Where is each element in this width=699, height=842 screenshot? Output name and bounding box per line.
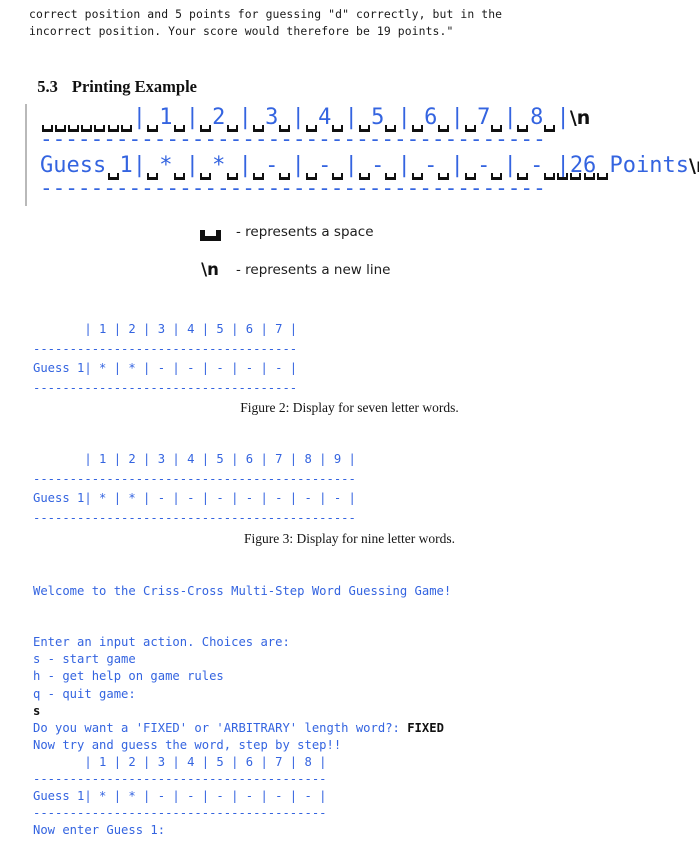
terminal-welcome-line: Welcome to the Criss-Cross Multi-Step Wo…	[33, 584, 452, 598]
space-marker	[490, 173, 502, 180]
figure-line: ----------------------------------------…	[33, 471, 356, 486]
space-marker	[517, 125, 529, 132]
space-marker	[583, 173, 595, 180]
section-heading: 5.3 Printing Example	[29, 57, 197, 97]
space-marker	[464, 173, 476, 180]
space-marker	[279, 125, 291, 132]
space-marker	[358, 125, 370, 132]
space-marker	[305, 125, 317, 132]
legend-newline-text: - represents a new line	[236, 262, 391, 278]
terminal-user-action-input[interactable]: s	[33, 704, 40, 718]
legend-space-entry: - represents a space	[193, 223, 374, 241]
space-marker	[253, 125, 265, 132]
space-marker	[253, 173, 265, 180]
space-marker	[305, 173, 317, 180]
space-marker	[411, 173, 423, 180]
space-marker	[596, 173, 608, 180]
terminal-choice-quit: q - quit game:	[33, 686, 136, 701]
space-marker	[464, 125, 476, 132]
space-marker	[411, 125, 423, 132]
space-marker	[173, 173, 185, 180]
space-marker	[107, 125, 119, 132]
terminal-board-rule-bottom: ----------------------------------------	[33, 806, 327, 821]
figure-line: ------------------------------------	[33, 380, 298, 395]
big-printing-example-figure: | 1 | 2 | 3 | 4 | 5 | 6 | 7 | 8 |\n ----…	[18, 104, 699, 206]
newline-marker-icon: \n	[689, 155, 699, 177]
space-marker	[543, 173, 555, 180]
space-marker	[173, 125, 185, 132]
legend-space-text: - represents a space	[236, 224, 374, 240]
section-number: 5.3	[37, 77, 58, 96]
space-marker	[332, 125, 344, 132]
space-marker	[332, 173, 344, 180]
legend-newline-entry: \n - represents a new line	[193, 260, 391, 279]
newline-marker-icon: \n	[569, 107, 591, 129]
space-glyph-icon	[193, 223, 227, 241]
space-marker	[517, 173, 529, 180]
section-title: Printing Example	[71, 77, 198, 96]
terminal-choice-start: s - start game	[33, 652, 136, 667]
space-marker	[200, 125, 212, 132]
space-marker	[490, 125, 502, 132]
figure-line: ------------------------------------	[33, 341, 298, 356]
terminal-board-rule-top: ----------------------------------------	[33, 772, 327, 787]
terminal-board-guess: Guess 1| * | * | - | - | - | - | - | - |	[33, 789, 327, 804]
figure3-display: | 1 | 2 | 3 | 4 | 5 | 6 | 7 | 8 | 9 | ---…	[33, 450, 356, 528]
space-marker	[147, 173, 159, 180]
space-marker	[543, 125, 555, 132]
terminal-choice-help: h - get help on game rules	[33, 669, 224, 684]
terminal-prompt-length: Do you want a 'FIXED' or 'ARBITRARY' len…	[33, 720, 408, 735]
space-marker	[67, 125, 79, 132]
figure-line: ----------------------------------------…	[33, 510, 356, 525]
space-marker	[226, 125, 238, 132]
terminal-transcript: Welcome to the Criss-Cross Multi-Step Wo…	[33, 583, 451, 839]
terminal-user-length-input[interactable]: FIXED	[407, 721, 444, 735]
space-marker	[385, 125, 397, 132]
space-marker	[279, 173, 291, 180]
terminal-board-header: | 1 | 2 | 3 | 4 | 5 | 6 | 7 | 8 |	[33, 754, 327, 769]
space-marker	[120, 125, 132, 132]
space-marker	[54, 125, 66, 132]
terminal-prompt-enter-guess: Now enter Guess 1:	[33, 823, 166, 838]
space-marker	[226, 173, 238, 180]
space-marker	[147, 125, 159, 132]
space-marker	[41, 125, 53, 132]
terminal-prompt-action: Enter an input action. Choices are:	[33, 635, 290, 650]
figure2-display: | 1 | 2 | 3 | 4 | 5 | 6 | 7 | -----------…	[33, 320, 297, 398]
terminal-prompt-guess-intro: Now try and guess the word, step by step…	[33, 737, 342, 752]
space-marker	[438, 173, 450, 180]
figure3-caption: Figure 3: Display for nine letter words.	[243, 531, 456, 546]
space-marker	[358, 173, 370, 180]
figure-left-rule	[25, 104, 27, 206]
space-marker	[200, 173, 212, 180]
space-marker	[81, 125, 93, 132]
figure-line: Guess 1| * | * | - | - | - | - | - | - |…	[33, 491, 356, 505]
space-marker	[438, 125, 450, 132]
figure-line: Guess 1| * | * | - | - | - | - | - |	[33, 361, 298, 375]
figure2-caption: Figure 2: Display for seven letter words…	[240, 400, 459, 415]
newline-glyph-icon: \n	[201, 260, 219, 279]
space-marker	[570, 173, 582, 180]
space-marker	[107, 173, 119, 180]
space-marker	[557, 173, 569, 180]
space-marker	[385, 173, 397, 180]
intro-paragraph: correct position and 5 points for guessi…	[29, 7, 503, 38]
space-marker	[94, 125, 106, 132]
figure-line: | 1 | 2 | 3 | 4 | 5 | 6 | 7 | 8 | 9 |	[33, 452, 356, 466]
figure-line: | 1 | 2 | 3 | 4 | 5 | 6 | 7 |	[33, 322, 298, 336]
